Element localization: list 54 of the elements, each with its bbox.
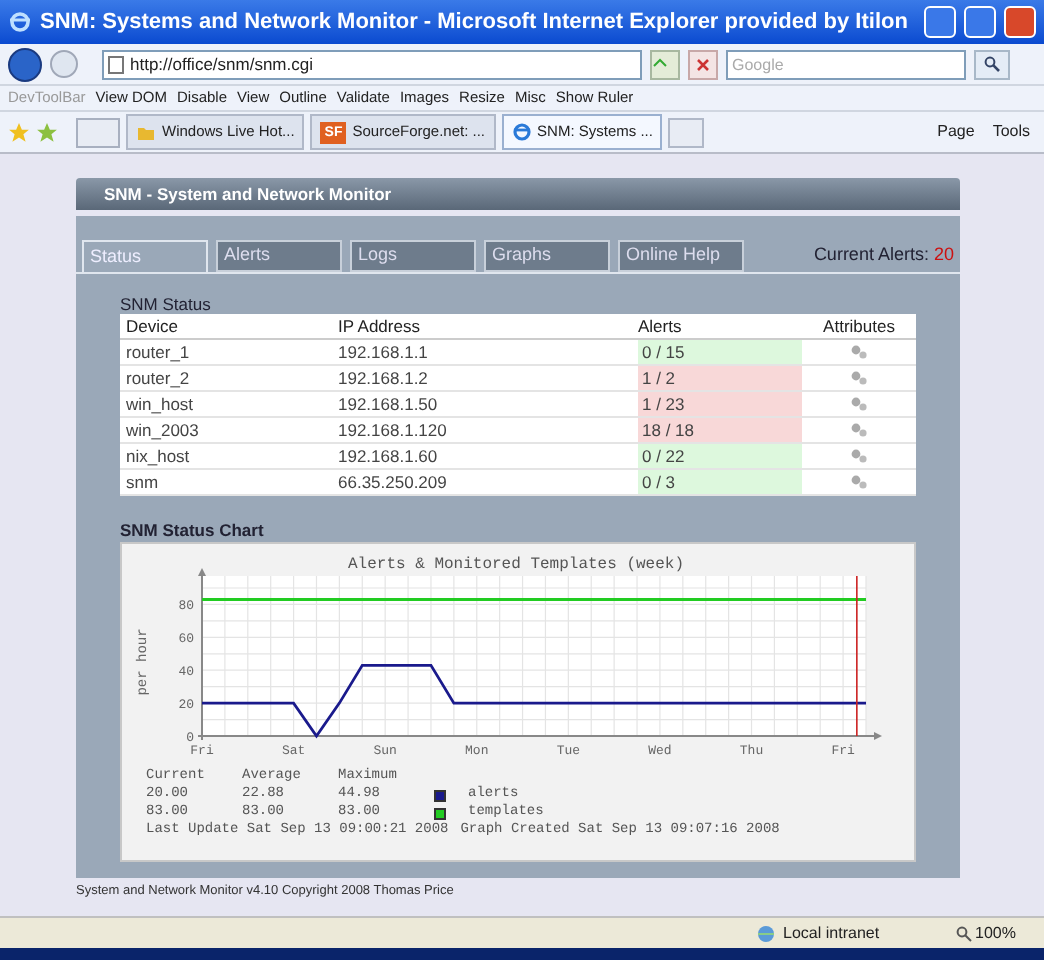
stop-button[interactable]	[688, 49, 718, 79]
command-button[interactable]: Tools	[986, 120, 1036, 144]
alert-count-cell: 1 / 23	[638, 392, 802, 417]
close-button[interactable]	[1004, 6, 1036, 38]
table-cell-text: snm	[126, 470, 161, 496]
close-icon	[696, 57, 710, 71]
add-favorite-icon[interactable]	[36, 121, 58, 143]
globe-icon	[755, 923, 778, 943]
table-cell-text: router_2	[126, 366, 192, 392]
zone-label: Local intranet	[783, 921, 880, 945]
column-header: IP Address	[338, 314, 422, 340]
table-cell-text: 192.168.1.50	[338, 392, 440, 418]
column-header: Device	[126, 314, 180, 340]
star-icon[interactable]	[8, 121, 30, 143]
chart-title: Alerts & Monitored Templates (week)	[347, 556, 685, 574]
refresh-button[interactable]	[650, 49, 680, 79]
alert-count-cell: 0 / 3	[638, 470, 802, 495]
section-title: SNM Status Chart	[120, 520, 266, 540]
table-cell-text: 192.168.1.120	[338, 418, 449, 444]
current-alerts-label: Current Alerts: 20	[813, 241, 954, 267]
alert-count-cell: 18 / 18	[638, 418, 802, 443]
search-icon	[984, 56, 1000, 72]
search-field[interactable]: Google	[726, 49, 966, 79]
table-cell-text: win_host	[126, 392, 196, 418]
table-cell-text: win_2003	[126, 418, 201, 444]
table-cell-text: 66.35.250.209	[338, 470, 449, 496]
page-icon	[108, 55, 124, 73]
address-field[interactable]: http://office/snm/snm.cgi	[102, 49, 642, 79]
table-cell-text: 192.168.1.1	[338, 340, 430, 366]
quick-tabs-button[interactable]	[76, 117, 120, 147]
section-title: SNM Status	[120, 294, 213, 314]
minimize-button[interactable]	[924, 6, 956, 38]
back-button[interactable]	[8, 47, 42, 81]
column-header: Alerts	[638, 314, 684, 340]
alert-count-cell: 0 / 22	[638, 444, 802, 469]
folder-icon	[136, 122, 156, 142]
window-title: SNM: Systems and Network Monitor - Microsoft Internet Explorer provided by Itilon	[40, 7, 910, 38]
browser-icon	[8, 10, 32, 34]
alert-count-cell: 0 / 15	[638, 340, 802, 365]
magnifier-icon	[955, 925, 972, 941]
table-cell-text: nix_host	[126, 444, 192, 470]
maximize-button[interactable]	[964, 6, 996, 38]
column-header: Attributes	[821, 314, 897, 340]
alert-count-cell: 1 / 2	[638, 366, 802, 391]
table-cell-text: 192.168.1.60	[338, 444, 440, 470]
new-tab-button[interactable]	[668, 117, 705, 147]
page-header: SNM - System and Network Monitor	[76, 178, 960, 210]
search-button[interactable]	[974, 49, 1010, 79]
command-button[interactable]: Page	[931, 120, 981, 144]
zoom-button[interactable]: 100%	[955, 921, 1016, 945]
browser-icon	[511, 122, 532, 142]
table-cell-text: router_1	[126, 340, 192, 366]
table-cell-text: 192.168.1.2	[338, 366, 430, 392]
forward-button[interactable]	[50, 50, 78, 78]
